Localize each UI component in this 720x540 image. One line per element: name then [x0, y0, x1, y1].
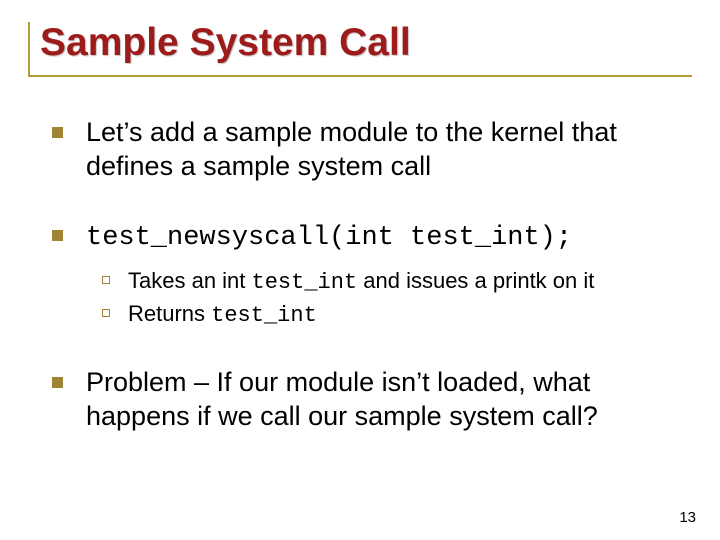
sub-text-code: test_int [211, 303, 317, 328]
sub-text-pre: Takes an int [128, 268, 252, 293]
square-bullet-icon [52, 230, 63, 241]
sub-bullet-item: Returns test_int [98, 299, 682, 331]
bullet-text: Problem – If our module isn’t loaded, wh… [86, 367, 598, 432]
slide-body: Let’s add a sample module to the kernel … [28, 115, 692, 434]
open-square-bullet-icon [102, 309, 110, 317]
slide: Sample System Call Let’s add a sample mo… [0, 0, 720, 540]
page-number: 13 [679, 509, 696, 526]
sub-text-code: test_int [252, 270, 358, 295]
slide-title: Sample System Call [40, 22, 692, 65]
square-bullet-icon [52, 377, 63, 388]
open-square-bullet-icon [102, 276, 110, 284]
sub-list: Takes an int test_int and issues a print… [86, 266, 682, 331]
bullet-text-code: test_newsyscall(int test_int); [86, 223, 572, 253]
bullet-item: test_newsyscall(int test_int); Takes an … [52, 218, 682, 331]
bullet-item: Let’s add a sample module to the kernel … [52, 115, 682, 184]
bullet-item: Problem – If our module isn’t loaded, wh… [52, 365, 682, 434]
square-bullet-icon [52, 127, 63, 138]
bullet-text: Let’s add a sample module to the kernel … [86, 117, 617, 182]
sub-text-pre: Returns [128, 301, 211, 326]
sub-text-post: and issues a printk on it [357, 268, 594, 293]
sub-bullet-item: Takes an int test_int and issues a print… [98, 266, 682, 298]
title-container: Sample System Call [28, 22, 692, 77]
